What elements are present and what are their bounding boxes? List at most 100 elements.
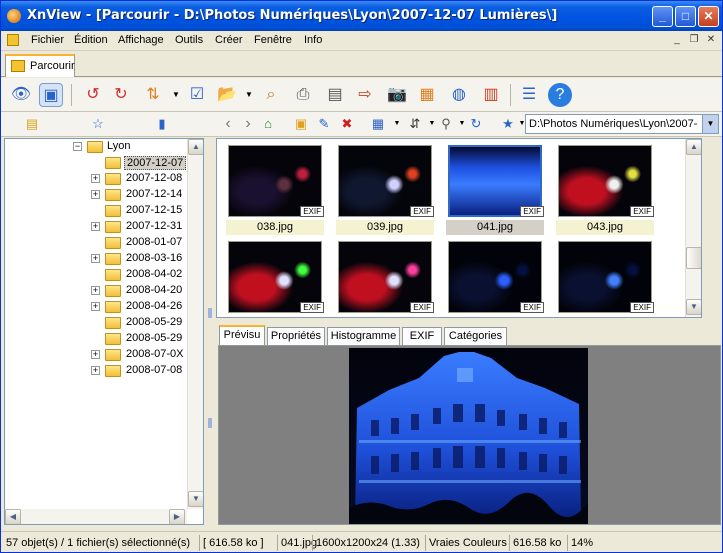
tab-exif[interactable]: EXIF (402, 327, 442, 345)
expand-icon[interactable]: + (91, 254, 100, 263)
select-check-icon[interactable]: ☑ (185, 83, 209, 107)
splitter-grip[interactable] (208, 308, 212, 318)
menu-outils[interactable]: Outils (175, 34, 203, 46)
favorites-panel-icon[interactable]: ☆ (89, 115, 107, 133)
tree-item[interactable]: 2008-05-29 (5, 315, 189, 331)
vertical-splitter[interactable] (206, 138, 214, 528)
tree-item[interactable]: +2008-03-16 (5, 251, 189, 267)
chevron-down-icon[interactable]: ▼ (702, 115, 718, 133)
thumbnail-grid[interactable]: EXIF 038.jpg EXIF 039.jpg EXIF 041.jpg EXIF 043… (216, 138, 702, 318)
tree-item[interactable]: +2007-12-08 (5, 171, 189, 187)
parent-folder-icon[interactable]: ⌂ (259, 115, 277, 133)
mdi-restore-icon[interactable]: ❐ (687, 34, 701, 47)
maximize-button[interactable]: □ (675, 6, 696, 27)
rotate-left-icon[interactable]: ↺ (81, 83, 105, 107)
title-bar[interactable]: XnView - [Parcourir - D:\Photos Numériqu… (1, 1, 722, 31)
scroll-down-button[interactable]: ▼ (686, 299, 701, 315)
horizontal-splitter[interactable] (216, 319, 721, 325)
transform-icon[interactable]: ⇅ (141, 83, 165, 107)
thumbnail-item[interactable]: EXIF (553, 238, 657, 317)
help-icon[interactable]: ? (548, 83, 572, 107)
tree-item[interactable]: 2007-12-15 (5, 203, 189, 219)
open-folder-icon[interactable]: 📂 (215, 83, 239, 107)
thumbs-vertical-scrollbar[interactable]: ▲ ▼ (685, 139, 701, 317)
view-mode-dropdown-icon[interactable]: ▼ (388, 115, 406, 133)
tree-item[interactable]: +2007-12-14 (5, 187, 189, 203)
rename-pencil-icon[interactable]: ✎ (315, 115, 333, 133)
path-combobox[interactable]: D:\Photos Numériques\Lyon\2007- ▼ (525, 114, 719, 134)
expand-icon[interactable]: + (91, 366, 100, 375)
thumbnail-item[interactable]: EXIF 041.jpg (443, 142, 547, 236)
scroll-down-button[interactable]: ▼ (188, 491, 203, 507)
categories-panel-icon[interactable]: ▮ (153, 115, 171, 133)
web-globe-icon[interactable]: ◍ (447, 83, 471, 107)
document-icon[interactable] (7, 34, 19, 46)
collapse-icon[interactable]: − (73, 142, 82, 151)
expand-icon[interactable]: + (91, 174, 100, 183)
tree-horizontal-scrollbar[interactable]: ◀ ▶ (5, 509, 187, 524)
options-list-icon[interactable]: ☰ (517, 83, 541, 107)
tree-item[interactable]: +2008-04-26 (5, 299, 189, 315)
scanner-icon[interactable]: ▤ (323, 83, 347, 107)
thumbnail-item[interactable]: EXIF 043.jpg (553, 142, 657, 236)
menu-fichier[interactable]: Fichier (31, 34, 64, 46)
menu-info[interactable]: Info (304, 34, 322, 46)
scroll-thumb[interactable] (686, 247, 701, 269)
thumbnail-item[interactable]: EXIF (223, 238, 327, 317)
tab-parcourir[interactable]: Parcourir (5, 54, 75, 77)
print-icon[interactable]: ⎙ (291, 83, 315, 107)
tree-item[interactable]: 2007-12-07 (5, 155, 189, 171)
scroll-up-button[interactable]: ▲ (686, 139, 701, 155)
view-mode-icon[interactable]: ▦ (369, 115, 387, 133)
tree-vertical-scrollbar[interactable]: ▲ ▼ (187, 139, 203, 509)
xnview-app-icon[interactable] (7, 9, 21, 23)
sort-icon[interactable]: ⇵ (406, 115, 424, 133)
minimize-button[interactable]: _ (652, 6, 673, 27)
tree-item[interactable]: 2008-05-29 (5, 331, 189, 347)
forward-arrow-icon[interactable]: › (239, 115, 257, 133)
folder-tree[interactable]: − Lyon 2007-12-07 +2007-12-08 +2007-12-14 2… (4, 138, 204, 525)
tree-item[interactable]: +2008-04-20 (5, 283, 189, 299)
export-icon[interactable]: ⇨ (353, 83, 377, 107)
tree-item[interactable]: +2007-12-31 (5, 219, 189, 235)
tab-categories[interactable]: Catégories (444, 327, 507, 345)
thumbnail-item[interactable]: EXIF (443, 238, 547, 317)
view-eye-icon[interactable]: 👁 (9, 83, 33, 107)
refresh-icon[interactable]: ↻ (467, 115, 485, 133)
delete-icon[interactable]: ✖ (338, 115, 356, 133)
menu-edition[interactable]: Édition (74, 34, 108, 46)
tab-histogramme[interactable]: Histogramme (327, 327, 400, 345)
thumbnail-item[interactable]: EXIF 038.jpg (223, 142, 327, 236)
thumbnail-item[interactable]: EXIF (333, 238, 437, 317)
contact-sheet-icon[interactable]: ▥ (479, 83, 503, 107)
folders-panel-icon[interactable]: ▤ (23, 115, 41, 133)
tree-item[interactable]: +2008-07-0X (5, 347, 189, 363)
rotate-right-icon[interactable]: ↻ (109, 83, 133, 107)
scroll-left-button[interactable]: ◀ (5, 509, 21, 524)
close-button[interactable]: ✕ (698, 6, 719, 27)
splitter-grip[interactable] (208, 418, 212, 428)
expand-icon[interactable]: + (91, 350, 100, 359)
tree-item[interactable]: 2008-01-07 (5, 235, 189, 251)
tree-item[interactable]: +2008-07-08 (5, 363, 189, 379)
scroll-right-button[interactable]: ▶ (169, 509, 185, 524)
back-arrow-icon[interactable]: ‹ (219, 115, 237, 133)
filmstrip-icon[interactable]: ▦ (415, 83, 439, 107)
expand-icon[interactable]: + (91, 302, 100, 311)
menu-creer[interactable]: Créer (215, 34, 243, 46)
find-zoom-icon[interactable]: ⌕ (259, 83, 283, 107)
new-folder-icon[interactable]: ▣ (292, 115, 310, 133)
expand-icon[interactable]: + (91, 222, 100, 231)
tree-item[interactable]: 2008-04-02 (5, 267, 189, 283)
menu-fenetre[interactable]: Fenêtre (254, 34, 292, 46)
mdi-minimize-icon[interactable]: _ (670, 34, 684, 47)
camera-icon[interactable]: 📷 (385, 83, 409, 107)
expand-icon[interactable]: + (91, 190, 100, 199)
scroll-up-button[interactable]: ▲ (188, 139, 203, 155)
tab-previsu[interactable]: Prévisu (219, 325, 265, 346)
mdi-close-icon[interactable]: ✕ (704, 34, 718, 47)
thumbnail-item[interactable]: EXIF 039.jpg (333, 142, 437, 236)
open-dropdown-icon[interactable]: ▼ (237, 83, 261, 107)
menu-affichage[interactable]: Affichage (118, 34, 164, 46)
tree-item-lyon[interactable]: − Lyon (5, 139, 189, 155)
